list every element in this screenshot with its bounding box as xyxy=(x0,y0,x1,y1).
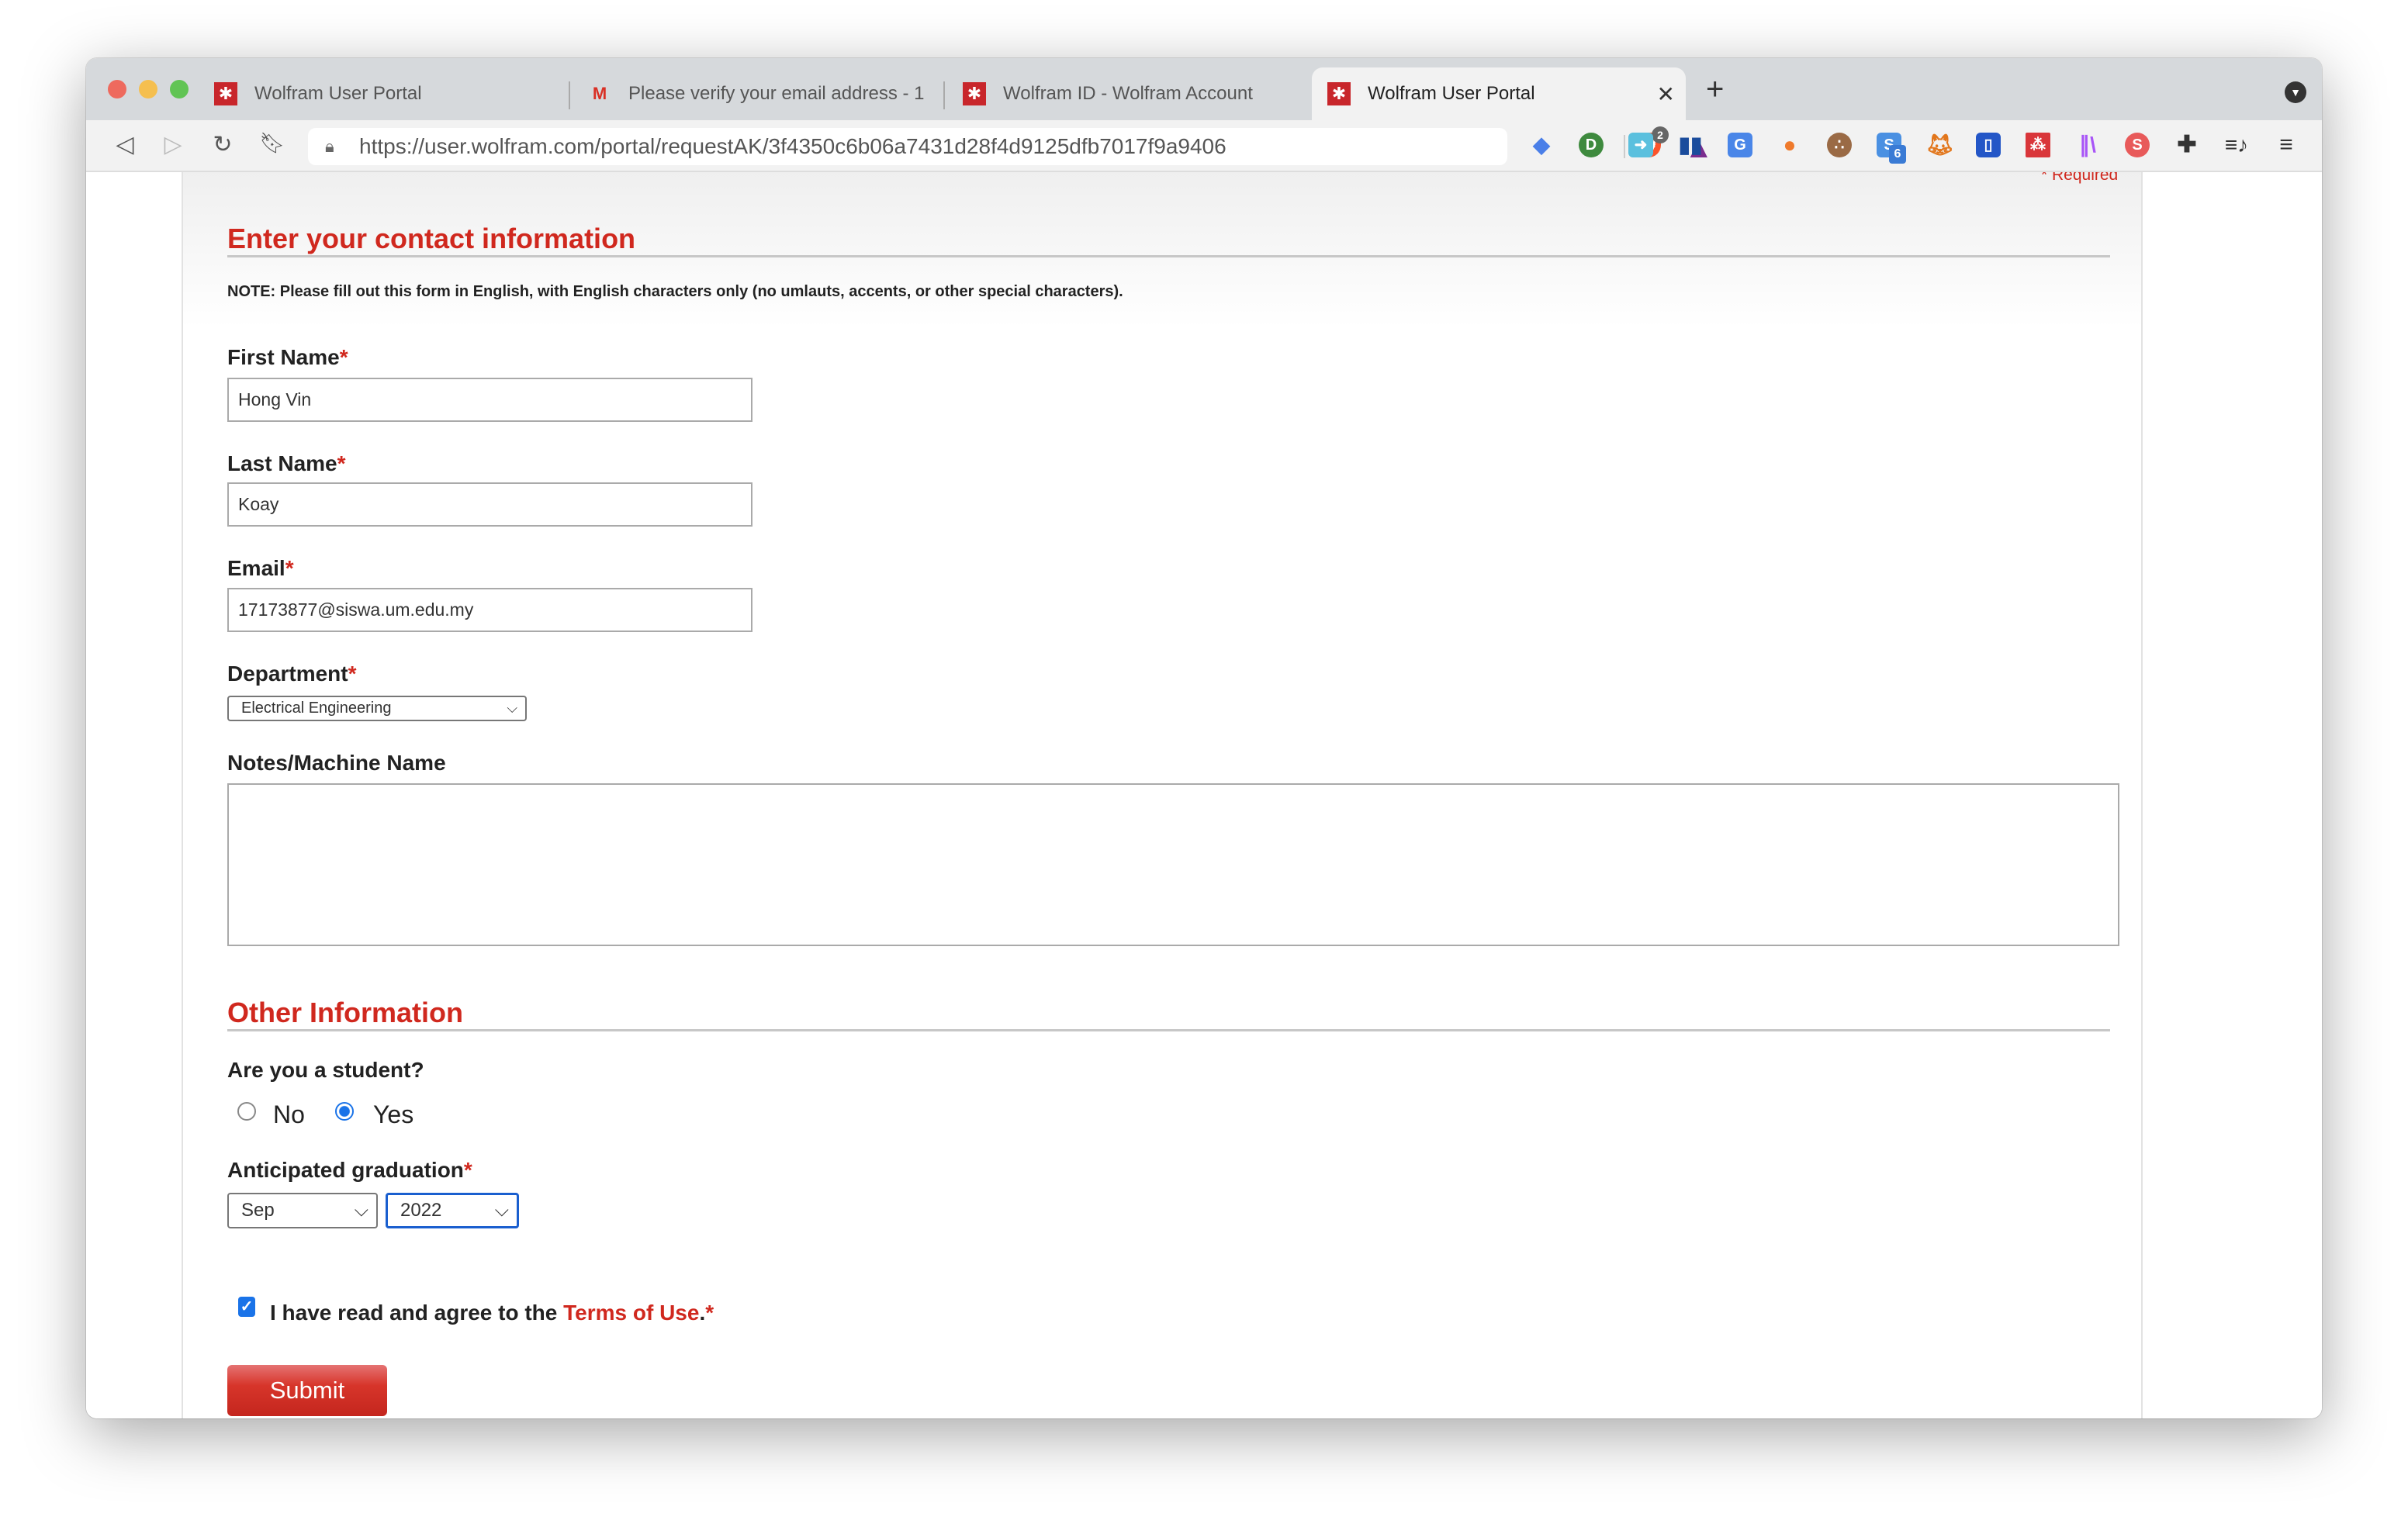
terms-of-use-link[interactable]: Terms of Use xyxy=(563,1301,699,1325)
shields-badge: 2 xyxy=(1652,126,1669,143)
tab-title: Wolfram User Portal xyxy=(1368,83,1535,104)
tab-divider xyxy=(943,81,945,109)
media-queue-icon[interactable]: ≡♪ xyxy=(2224,133,2249,157)
extension-red-s-icon[interactable]: S xyxy=(2125,133,2150,157)
google-translate-icon[interactable]: G xyxy=(1728,133,1752,157)
forward-icon[interactable]: ▷ xyxy=(159,131,187,158)
chevron-down-icon: ⌵ xyxy=(354,1200,368,1221)
wolfram-icon: ✱ xyxy=(214,82,237,105)
graduation-label: Anticipated graduation* xyxy=(227,1158,472,1182)
page-content: * Required Enter your contact informatio… xyxy=(86,172,2322,1418)
extension-badge: 6 xyxy=(1889,145,1906,164)
submit-button[interactable]: Submit xyxy=(227,1365,387,1416)
bookmark-icon[interactable]: 🔖︎ xyxy=(258,131,286,155)
last-name-label: Last Name* xyxy=(227,451,346,475)
tab-search-icon[interactable]: ▼ xyxy=(2285,81,2306,103)
toolbar: ◁ ▷ ↻ 🔖︎ 🔒︎ https://user.wolfram.com/por… xyxy=(86,120,2322,172)
extensions-puzzle-icon[interactable]: ✚ xyxy=(2174,133,2199,157)
department-select[interactable]: Electrical Engineering ⌵ xyxy=(227,696,527,721)
first-name-input[interactable]: Hong Vin xyxy=(227,378,752,422)
tab-gmail[interactable]: M Please verify your email address - 1 xyxy=(573,67,937,120)
chevron-down-icon: ⌵ xyxy=(494,1200,509,1221)
bitwarden-icon[interactable]: ▯ xyxy=(1976,133,2001,157)
required-note: * Required xyxy=(2041,172,2119,184)
email-label: Email* xyxy=(227,556,294,580)
minimize-window-button[interactable] xyxy=(139,80,157,98)
url-text[interactable]: https://user.wolfram.com/portal/requestA… xyxy=(359,134,1226,158)
graduation-month-select[interactable]: Sep ⌵ xyxy=(227,1193,378,1228)
graduation-year-select[interactable]: 2022 ⌵ xyxy=(386,1193,519,1228)
back-icon[interactable]: ◁ xyxy=(111,131,139,158)
menu-icon[interactable]: ≡ xyxy=(2274,133,2299,157)
form-note: NOTE: Please fill out this form in Engli… xyxy=(227,283,1123,300)
first-name-label: First Name* xyxy=(227,345,348,369)
student-label: Are you a student? xyxy=(227,1058,424,1082)
close-tab-icon[interactable]: ✕ xyxy=(1657,81,1675,107)
terms-checkbox[interactable]: ✓ xyxy=(238,1297,255,1317)
wolfram-icon: ✱ xyxy=(1327,82,1351,105)
extension-arrow-icon[interactable]: ➜ xyxy=(1628,133,1653,157)
metamask-icon[interactable]: 🦊︎ xyxy=(1926,133,1954,157)
tab-wolfram-id[interactable]: ✱ Wolfram ID - Wolfram Account xyxy=(947,67,1312,120)
browser-window: ✱ Wolfram User Portal M Please verify your… xyxy=(86,58,2322,1418)
tab-divider xyxy=(569,81,570,109)
mendeley-icon[interactable]: ⁂ xyxy=(2026,133,2050,157)
address-bar[interactable]: 🔒︎ https://user.wolfram.com/portal/reque… xyxy=(308,126,1714,165)
last-name-input[interactable]: Koay xyxy=(227,482,752,527)
department-label: Department* xyxy=(227,662,357,686)
email-input[interactable]: 17173877@siswa.um.edu.my xyxy=(227,588,752,632)
section-divider xyxy=(227,1029,2110,1031)
new-tab-button[interactable]: + xyxy=(1706,72,1724,107)
student-no-label: No xyxy=(273,1100,305,1128)
tab-title: Please verify your email address - 1 xyxy=(628,83,925,104)
notes-label: Notes/Machine Name xyxy=(227,751,446,775)
close-window-button[interactable] xyxy=(108,80,126,98)
section-title-contact: Enter your contact information xyxy=(227,223,636,254)
zoom-window-button[interactable] xyxy=(170,80,189,98)
section-divider xyxy=(227,255,2110,257)
zotero-library-icon[interactable]: ∥\ xyxy=(2075,133,2100,157)
student-yes-radio[interactable] xyxy=(335,1102,354,1121)
extension-id-icon[interactable]: D xyxy=(1579,133,1604,157)
notes-textarea[interactable] xyxy=(227,783,2119,946)
student-yes-label: Yes xyxy=(373,1100,414,1128)
cookie-icon[interactable]: ∴ xyxy=(1827,133,1852,157)
tab-bar: ✱ Wolfram User Portal M Please verify your… xyxy=(86,58,2322,120)
tab-wolfram-portal-active[interactable]: ✱ Wolfram User Portal ✕ xyxy=(1312,67,1686,120)
wolfram-icon: ✱ xyxy=(963,82,986,105)
tab-title: Wolfram ID - Wolfram Account xyxy=(1003,83,1253,104)
lock-icon: 🔒︎ xyxy=(325,136,334,156)
student-no-radio[interactable] xyxy=(237,1102,256,1121)
terms-agreement: I have read and agree to the Terms of Us… xyxy=(270,1301,714,1325)
extension-chart-icon[interactable]: ▮▮ xyxy=(1678,133,1703,157)
extension-diamond-icon[interactable]: ◆ xyxy=(1529,133,1554,157)
extension-s-icon[interactable]: S6 xyxy=(1877,133,1906,164)
extension-orange-icon[interactable]: ● xyxy=(1777,133,1802,157)
gmail-icon: M xyxy=(592,84,607,103)
chevron-down-icon: ⌵ xyxy=(507,700,517,716)
tab-title: Wolfram User Portal xyxy=(254,83,422,104)
reload-icon[interactable]: ↻ xyxy=(209,131,237,158)
tab-wolfram-portal[interactable]: ✱ Wolfram User Portal xyxy=(199,67,563,120)
section-title-other: Other Information xyxy=(227,997,463,1028)
